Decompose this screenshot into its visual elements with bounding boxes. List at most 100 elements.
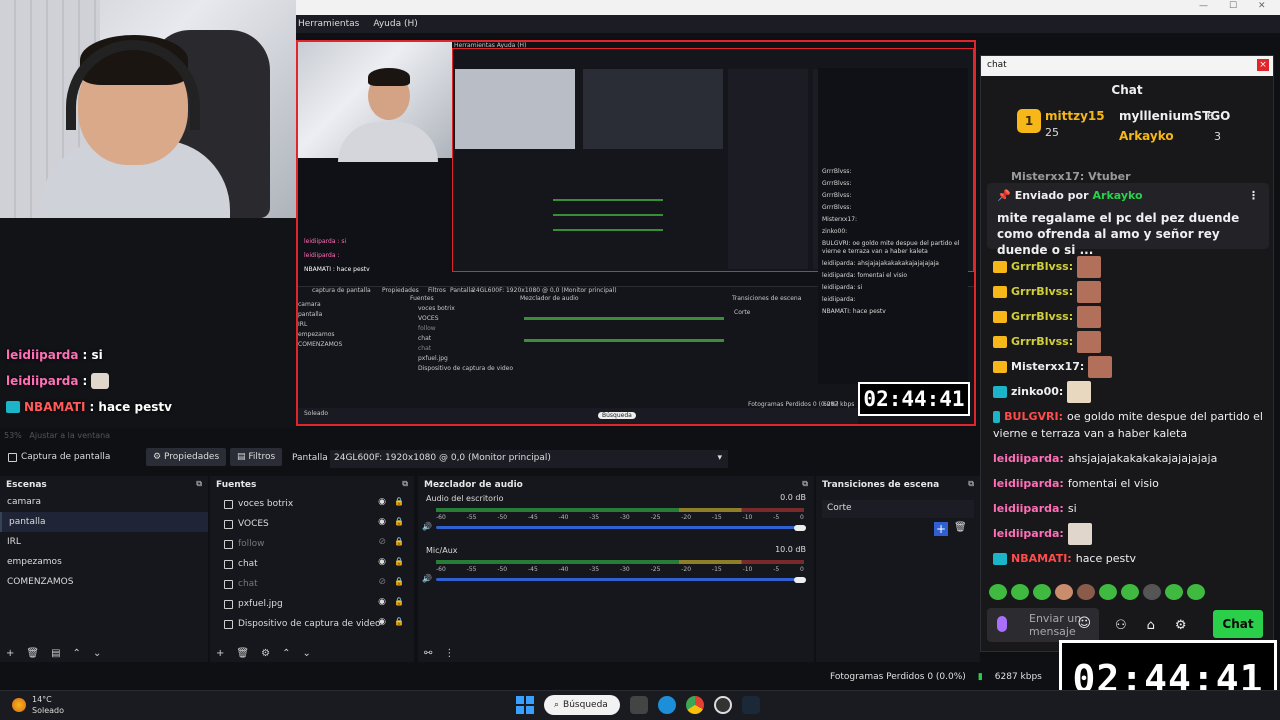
- sources-dock: Fuentes ⧉ voces botrix ◉ 🔒 VOCES ◉ 🔒 follow ⊘ 🔒…: [210, 476, 414, 662]
- emote-icon: [1121, 584, 1139, 600]
- chat-send-button[interactable]: Chat: [1213, 610, 1263, 638]
- leader-score: 3: [1214, 130, 1221, 143]
- preview-chat: GrrrBlvss: GrrrBlvss: GrrrBlvss: GrrrBlv…: [818, 68, 968, 384]
- undock-icon[interactable]: ⧉: [802, 479, 808, 489]
- obs-preview[interactable]: Herramientas Ayuda (H) leidiiparda : si …: [296, 40, 976, 426]
- more-options-icon[interactable]: ⋮: [444, 648, 454, 659]
- volume-slider[interactable]: [436, 578, 806, 581]
- scene-item[interactable]: camara: [0, 492, 208, 512]
- lock-icon: 🔒: [394, 617, 404, 626]
- task-view-icon[interactable]: [630, 696, 648, 714]
- up-icon[interactable]: ⌃: [73, 648, 81, 659]
- scene-item[interactable]: IRL: [0, 532, 208, 552]
- source-item[interactable]: VOCES ◉ 🔒: [210, 512, 414, 532]
- preview-overlay-line: NBAMATI : hace pestv: [304, 266, 370, 273]
- up-icon[interactable]: ⌃: [282, 648, 290, 659]
- preview-webcam: [298, 42, 452, 162]
- emote-icon: [1088, 355, 1113, 378]
- chrome-icon[interactable]: [686, 696, 704, 714]
- preview-overlay-line: leidiiparda : si: [304, 238, 347, 245]
- people-icon[interactable]: ⚇: [1115, 618, 1127, 633]
- transition-select[interactable]: Corte: [822, 500, 974, 518]
- close-window-icon[interactable]: ✕: [1258, 1, 1266, 11]
- more-options-icon[interactable]: ⋮: [1248, 189, 1259, 202]
- filters-button[interactable]: ▤ Filtros: [230, 448, 283, 466]
- mixer-channel: Mic/Aux 10.0 dB -60 -55 -50 -45 -40 -35 -30 -25…: [422, 545, 806, 583]
- overlay-chat-line: leidiiparda : si: [6, 348, 103, 362]
- source-item[interactable]: Dispositivo de captura de video ◉ 🔒: [210, 612, 414, 632]
- source-item[interactable]: chat ⊘ 🔒: [210, 572, 414, 592]
- store-icon[interactable]: ⌂: [1147, 618, 1155, 633]
- properties-button[interactable]: ⚙ Propiedades: [146, 448, 227, 466]
- lock-icon: 🔒: [394, 597, 404, 606]
- undock-icon[interactable]: ⧉: [968, 479, 974, 489]
- scene-item[interactable]: empezamos: [0, 552, 208, 572]
- close-icon[interactable]: ×: [1257, 59, 1269, 71]
- emote-icon: [1067, 380, 1092, 403]
- add-icon[interactable]: +: [934, 522, 948, 536]
- source-item[interactable]: follow ⊘ 🔒: [210, 532, 414, 552]
- eye-hidden-icon: ⊘: [378, 577, 386, 587]
- edge-icon[interactable]: [658, 696, 676, 714]
- chat-input[interactable]: Enviar un mensaje ☺: [987, 608, 1099, 642]
- level-meter: [436, 560, 804, 564]
- steam-icon[interactable]: [742, 696, 760, 714]
- crown-icon: [993, 260, 1007, 273]
- emoji-icon[interactable]: ☺: [1077, 617, 1091, 630]
- menu-tools[interactable]: Herramientas: [298, 19, 359, 29]
- crown-icon: [993, 360, 1007, 373]
- leader-name[interactable]: Arkayko: [1119, 129, 1174, 143]
- emote-icon: [1077, 584, 1095, 600]
- undock-icon[interactable]: ⧉: [196, 479, 202, 489]
- status-bar: Fotogramas Perdidos 0 (0.0%) ▮ 6287 kbps: [830, 672, 1042, 682]
- add-icon[interactable]: +: [216, 648, 224, 659]
- emote-bar[interactable]: [989, 584, 1205, 600]
- trash-icon[interactable]: 🗑: [236, 648, 249, 659]
- emote-icon: [1143, 584, 1161, 600]
- scene-item[interactable]: COMENZAMOS: [0, 572, 208, 592]
- monitor-select[interactable]: 24GL600F: 1920x1080 @ 0,0 (Monitor princ…: [330, 450, 728, 468]
- speaker-icon[interactable]: 🔊: [422, 522, 432, 531]
- maximize-icon[interactable]: ☐: [1229, 1, 1237, 11]
- emote-icon: [1055, 584, 1073, 600]
- filter-icon[interactable]: ▤: [51, 648, 60, 659]
- trash-icon[interactable]: 🗑: [26, 648, 39, 659]
- search-button[interactable]: ⌕ Búsqueda: [544, 695, 620, 715]
- volume-knob[interactable]: [794, 525, 806, 531]
- down-icon[interactable]: ⌄: [93, 648, 101, 659]
- settings-icon[interactable]: ⚙: [1175, 618, 1187, 633]
- search-icon: ⌕: [554, 700, 560, 710]
- add-icon[interactable]: +: [6, 648, 14, 659]
- source-item[interactable]: pxfuel.jpg ◉ 🔒: [210, 592, 414, 612]
- lock-icon: 🔒: [394, 577, 404, 586]
- scene-item[interactable]: pantalla: [0, 512, 208, 532]
- volume-slider[interactable]: [436, 526, 806, 529]
- leader-score: 6: [1207, 110, 1214, 123]
- crown-icon: [993, 285, 1007, 298]
- undock-icon[interactable]: ⧉: [402, 479, 408, 489]
- menu-bar: Herramientas Ayuda (H): [296, 15, 1280, 33]
- pinned-message[interactable]: 📌 Enviado por Arkayko ⋮ mite regalame el…: [987, 183, 1269, 257]
- trash-icon[interactable]: 🗑: [954, 522, 967, 533]
- windows-start-icon[interactable]: [516, 696, 534, 714]
- badge-icon: [993, 385, 1007, 398]
- screen: — ☐ ✕ Herramientas Ayuda (H) leidiiparda…: [0, 0, 1280, 720]
- gear-icon[interactable]: ⚙: [261, 648, 270, 659]
- emote-icon: [1077, 255, 1102, 278]
- mixer-channel: Audio del escritorio 0.0 dB -60 -55 -50 -45…: [422, 493, 806, 531]
- obs-icon[interactable]: [714, 696, 732, 714]
- source-item[interactable]: voces botrix ◉ 🔒: [210, 492, 414, 512]
- menu-help[interactable]: Ayuda (H): [373, 19, 417, 29]
- speaker-icon[interactable]: 🔊: [422, 574, 432, 583]
- source-item[interactable]: chat ◉ 🔒: [210, 552, 414, 572]
- mic-icon[interactable]: [997, 616, 1007, 632]
- down-icon[interactable]: ⌄: [302, 648, 310, 659]
- volume-knob[interactable]: [794, 577, 806, 583]
- link-icon[interactable]: ⚯: [424, 648, 432, 659]
- gear-icon: ⚙: [153, 452, 162, 462]
- weather-widget[interactable]: 14°C Soleado: [12, 694, 64, 716]
- minimize-icon[interactable]: —: [1199, 1, 1208, 11]
- audio-mixer-dock: Mezclador de audio ⧉ Audio del escritorio…: [418, 476, 814, 662]
- crown-icon: [993, 310, 1007, 323]
- leader-name[interactable]: mittzy15: [1045, 109, 1105, 123]
